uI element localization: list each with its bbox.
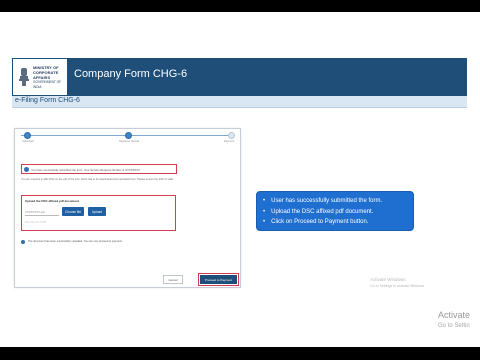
instruction-callout: User has successfully submitted the form…: [256, 191, 414, 231]
upload-status: The document has been successfully uploa…: [21, 239, 236, 247]
activation-watermark-large-hint: Go to Settin: [438, 323, 470, 329]
step-2-label: Signature Upload: [118, 140, 140, 143]
page-header: MINISTRY OF CORPORATE AFFAIRS GOVERNMENT…: [12, 58, 467, 96]
step-1-indicator: [24, 132, 31, 139]
check-circle-icon: [24, 167, 29, 172]
choose-file-button[interactable]: Choose file: [62, 207, 84, 216]
subheader-label: e-Filing Form CHG-6: [15, 97, 80, 104]
activation-watermark-large: Activate: [438, 310, 471, 320]
callout-item: Upload the DSC affixed pdf document.: [263, 207, 382, 218]
instruction-text: You are required to affix DSC on the pdf…: [21, 178, 174, 181]
proceed-to-payment-button[interactable]: Proceed to Payment: [200, 275, 237, 284]
activation-watermark-title: Activate Windows: [370, 277, 406, 282]
step-3-label: Payment: [223, 140, 235, 143]
ministry-name: MINISTRY OF CORPORATE AFFAIRS GOVERNMENT…: [33, 65, 62, 89]
callout-item: Click on Proceed to Payment button.: [263, 217, 382, 228]
mca-logo: MINISTRY OF CORPORATE AFFAIRS GOVERNMENT…: [12, 58, 68, 96]
success-message: You have successfully submitted the form…: [31, 167, 141, 172]
upload-title: Upload the DSC affixed pdf document: [25, 199, 79, 203]
activation-watermark-hint: Go to Settings to activate Windows.: [370, 284, 426, 288]
info-dot-icon: [21, 240, 25, 244]
success-message-box: You have successfully submitted the form…: [21, 164, 177, 174]
form-subheader: e-Filing Form CHG-6: [12, 96, 467, 108]
file-name-field[interactable]: XXXXXXXX.pdf: [25, 208, 59, 216]
upload-status-text: The document has been successfully uploa…: [28, 240, 123, 243]
upload-section: Upload the DSC affixed pdf document XXXX…: [21, 195, 176, 231]
form-panel: Submitted Signature Upload Payment You h…: [14, 128, 241, 288]
proceed-highlight: Proceed to Payment: [198, 273, 239, 286]
presentation-slide: MINISTRY OF CORPORATE AFFAIRS GOVERNMENT…: [0, 12, 480, 347]
step-3-indicator: [228, 132, 235, 139]
national-emblem-icon: [19, 68, 29, 86]
upload-button[interactable]: Upload: [88, 207, 106, 216]
cancel-button[interactable]: Cancel: [163, 275, 183, 284]
step-1-label: Submitted: [22, 140, 34, 143]
page-title: Company Form CHG-6: [74, 68, 188, 80]
callout-item: User has successfully submitted the form…: [263, 196, 382, 207]
file-size-hint: Max file size 6 MB: [25, 221, 47, 224]
step-2-indicator: [125, 132, 132, 139]
